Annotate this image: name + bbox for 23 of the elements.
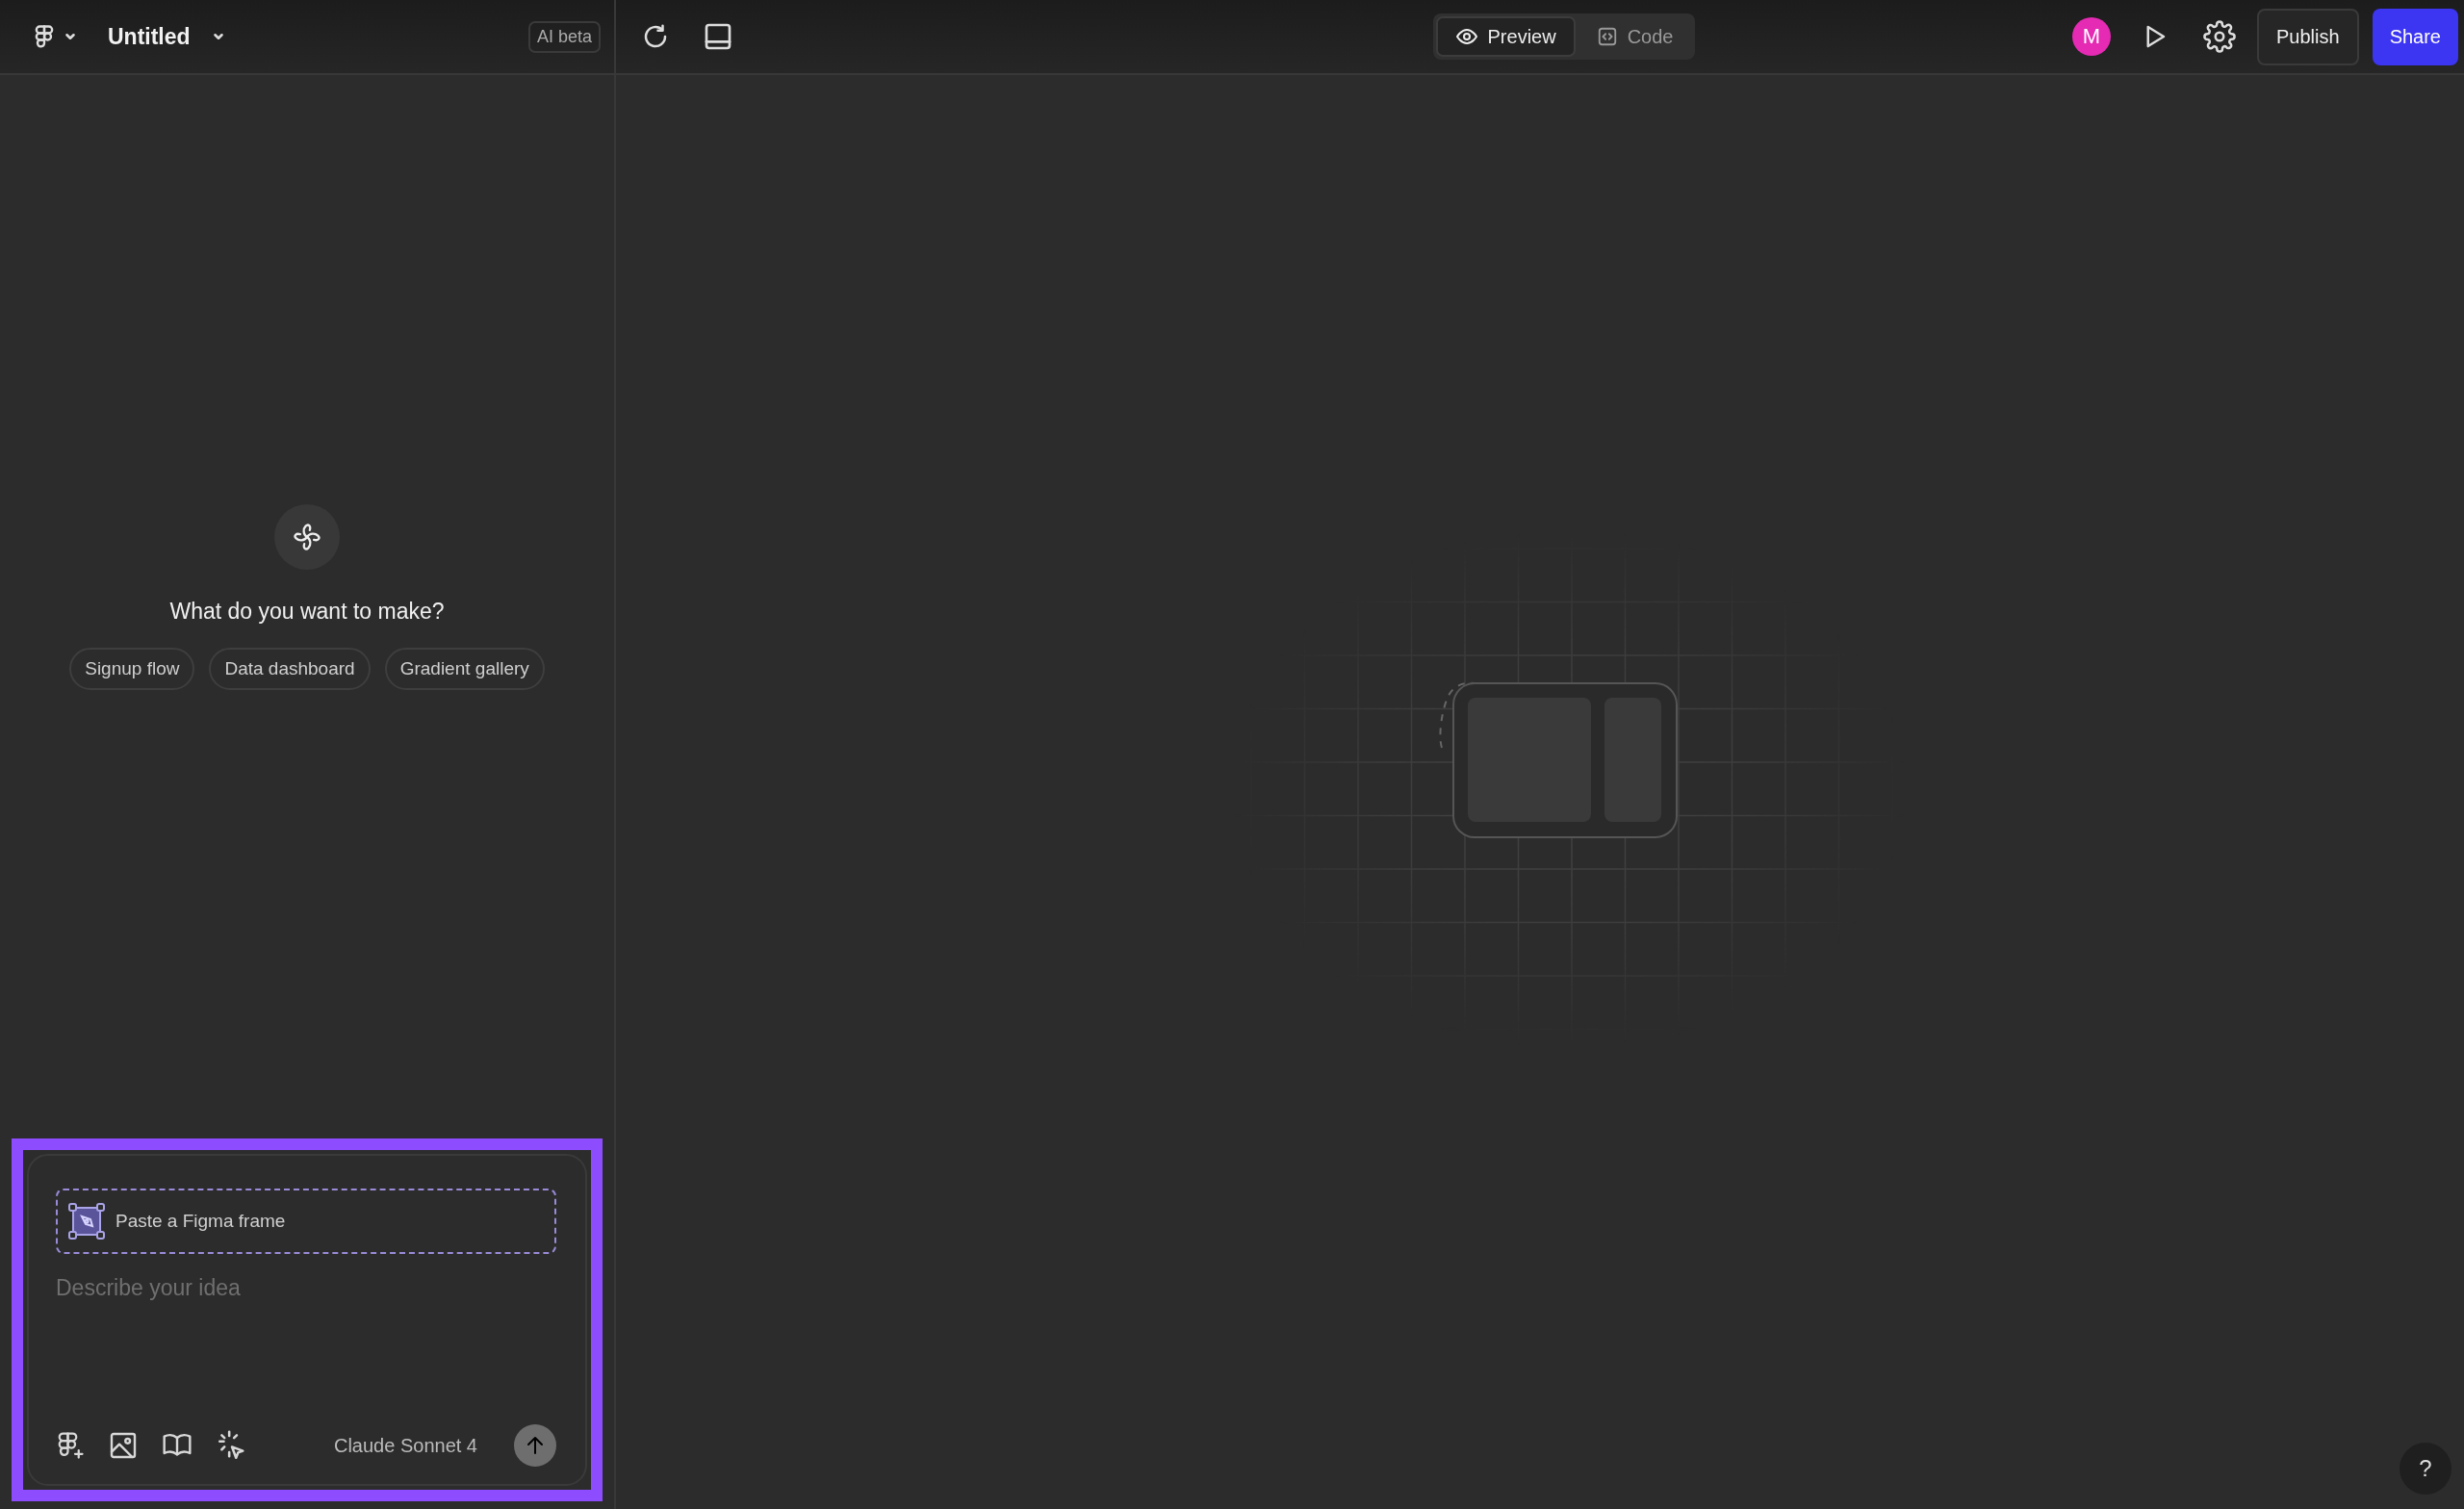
- suggestion-chip[interactable]: Signup flow: [69, 648, 195, 690]
- file-name-button[interactable]: Untitled: [108, 23, 225, 50]
- prompt-field[interactable]: Paste a Figma frame Describe your idea Claude Sonnet 4: [27, 1154, 587, 1486]
- settings-icon[interactable]: [2203, 20, 2236, 53]
- model-label[interactable]: Claude Sonnet 4: [334, 1434, 477, 1457]
- send-button[interactable]: [514, 1424, 556, 1467]
- suggestion-chip[interactable]: Data dashboard: [209, 648, 371, 690]
- suggestion-chip[interactable]: Gradient gallery: [384, 648, 545, 690]
- figma-plus-icon[interactable]: [56, 1431, 85, 1460]
- code-icon: [1596, 26, 1618, 47]
- view-tab[interactable]: Preview: [1435, 16, 1576, 57]
- empty-state-heading: What do you want to make?: [169, 599, 445, 625]
- help-button[interactable]: ?: [2400, 1443, 2451, 1495]
- view-tab[interactable]: Code: [1577, 16, 1693, 57]
- image-icon[interactable]: [108, 1430, 139, 1461]
- panel-layout-icon[interactable]: [703, 21, 733, 52]
- paste-frame-dropzone[interactable]: Paste a Figma frame: [56, 1189, 556, 1254]
- sparkle-icon: [291, 521, 323, 553]
- share-button[interactable]: Share: [2372, 8, 2458, 65]
- user-avatar[interactable]: M: [2072, 17, 2111, 56]
- publish-button[interactable]: Publish: [2257, 8, 2359, 65]
- frame-icon: [67, 1202, 106, 1240]
- ai-beta-badge: AI beta: [527, 20, 601, 53]
